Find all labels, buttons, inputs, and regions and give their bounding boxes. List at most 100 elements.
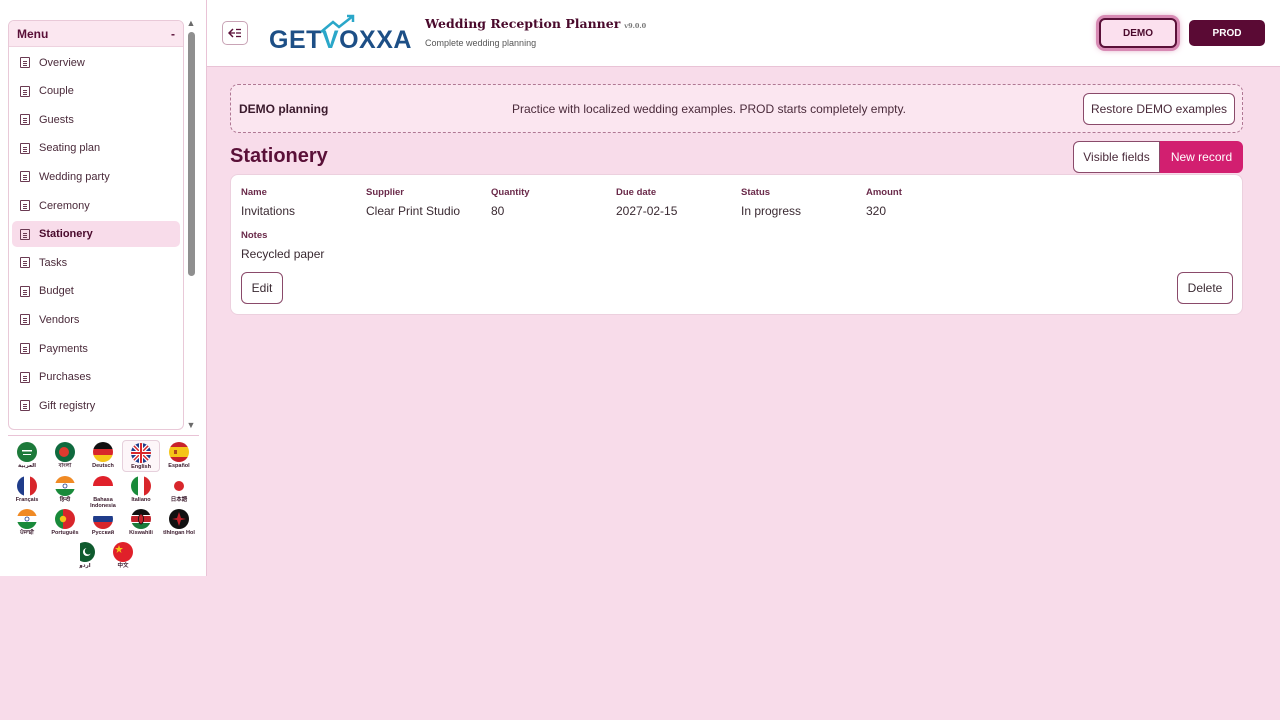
sidebar-item-purchases[interactable]: Purchases [12, 364, 180, 390]
language-german[interactable]: Deutsch [84, 440, 122, 472]
field-notes: Notes Recycled paper [241, 230, 324, 261]
field-label: Supplier [366, 187, 405, 198]
sidebar-item-ceremony[interactable]: Ceremony [12, 193, 180, 219]
banner-title: DEMO planning [239, 102, 329, 116]
language-urdu[interactable]: اردو [66, 540, 104, 572]
scroll-down-arrow-icon[interactable]: ▼ [186, 420, 196, 430]
document-icon [20, 200, 30, 212]
scroll-up-arrow-icon[interactable]: ▲ [186, 18, 196, 28]
field-label: Notes [241, 230, 268, 241]
kenya-flag-icon [131, 509, 151, 529]
sidebar-item-label: Budget [39, 285, 74, 298]
scroll-thumb[interactable] [188, 32, 195, 276]
sidebar-item-label: Wedding party [39, 170, 110, 183]
language-italian[interactable]: Italiano [122, 474, 160, 506]
sidebar-item-label: Vendors [39, 313, 80, 326]
sidebar-item-gift-registry[interactable]: Gift registry [12, 393, 180, 419]
field-name: Name Invitations [241, 187, 295, 218]
sidebar-item-vendors[interactable]: Vendors [12, 307, 180, 333]
language-hindi[interactable]: हिन्दी [46, 474, 84, 506]
menu-scrollbar[interactable]: ▲ ▼ [186, 18, 196, 430]
field-due-date: Due date 2027-02-15 [616, 187, 677, 218]
language-label: Português [51, 530, 79, 536]
sidebar-item-payments[interactable]: Payments [12, 336, 180, 362]
menu-header[interactable]: Menu - [9, 21, 183, 47]
sidebar-item-seating-plan[interactable]: Seating plan [12, 135, 180, 161]
top-header: GETVOXXA Wedding Reception Planner v9.0.0… [207, 0, 1280, 67]
language-arabic[interactable]: العربية [8, 440, 46, 472]
document-icon [20, 228, 30, 240]
language-label: Kiswahili [129, 530, 153, 536]
france-flag-icon [17, 476, 37, 496]
edit-button[interactable]: Edit [241, 272, 283, 304]
document-icon [20, 114, 30, 126]
sidebar: Menu - Overview Couple Guests Seating pl… [0, 0, 207, 576]
bangladesh-flag-icon [55, 442, 75, 462]
sidebar-item-guests[interactable]: Guests [12, 107, 180, 133]
russia-flag-icon [93, 509, 113, 529]
india-flag-icon [17, 509, 37, 529]
demo-banner: DEMO planning Practice with localized we… [230, 84, 1243, 133]
sidebar-item-tasks[interactable]: Tasks [12, 250, 180, 276]
language-japanese[interactable]: 日本語 [160, 474, 198, 506]
sidebar-item-label: Purchases [39, 371, 91, 384]
app-title: Wedding Reception Planner v9.0.0 [425, 16, 646, 31]
language-label: tlhIngan Hol [163, 530, 195, 536]
language-label: 中文 [117, 563, 129, 569]
language-swahili[interactable]: Kiswahili [122, 507, 160, 539]
spain-flag-icon [169, 442, 189, 462]
record-card: Name Invitations Supplier Clear Print St… [230, 174, 1243, 315]
app-version: v9.0.0 [624, 22, 647, 30]
banner-text: Practice with localized wedding examples… [512, 102, 906, 116]
delete-button[interactable]: Delete [1177, 272, 1233, 304]
language-portuguese[interactable]: Português [46, 507, 84, 539]
document-icon [20, 285, 30, 297]
language-russian[interactable]: Русский [84, 507, 122, 539]
language-chinese[interactable]: 中文 [104, 540, 142, 572]
language-label: ਪੰਜਾਬੀ [20, 530, 34, 536]
language-klingon[interactable]: tlhIngan Hol [160, 507, 198, 539]
india-flag-icon [55, 476, 75, 496]
language-label: العربية [17, 463, 37, 469]
language-punjabi[interactable]: ਪੰਜਾਬੀ [8, 507, 46, 539]
language-label: اردو [79, 563, 91, 569]
sidebar-item-couple[interactable]: Couple [12, 78, 180, 104]
language-label: বাংলা [58, 463, 72, 469]
language-label: Deutsch [92, 463, 114, 469]
new-record-button[interactable]: New record [1160, 141, 1243, 173]
language-french[interactable]: Français [8, 474, 46, 506]
language-bengali[interactable]: বাংলা [46, 440, 84, 472]
language-english[interactable]: English [122, 440, 160, 472]
sidebar-item-label: Gift registry [39, 399, 96, 412]
menu-panel: Menu - Overview Couple Guests Seating pl… [8, 20, 184, 430]
indonesia-flag-icon [93, 476, 113, 496]
menu-title: Menu [17, 26, 49, 41]
prod-mode-button[interactable]: PROD [1189, 20, 1265, 46]
language-indonesian[interactable]: Bahasa Indonesia [84, 474, 122, 509]
visible-fields-button[interactable]: Visible fields [1073, 141, 1160, 173]
sidebar-item-label: Couple [39, 85, 74, 98]
sidebar-item-overview[interactable]: Overview [12, 50, 180, 76]
restore-demo-button[interactable]: Restore DEMO examples [1083, 93, 1235, 125]
divider [8, 435, 199, 436]
language-label: Français [15, 497, 39, 503]
sidebar-item-stationery[interactable]: Stationery [12, 221, 180, 248]
field-supplier: Supplier Clear Print Studio [366, 187, 460, 218]
field-value: Invitations [241, 204, 296, 218]
document-icon [20, 171, 30, 183]
page-title: Stationery [230, 145, 328, 167]
menu-collapse-button[interactable]: - [171, 27, 175, 41]
demo-mode-button[interactable]: DEMO [1099, 18, 1177, 48]
uk-flag-icon [131, 443, 151, 463]
portugal-flag-icon [55, 509, 75, 529]
field-value: 2027-02-15 [616, 204, 678, 218]
sidebar-toggle-button[interactable] [222, 21, 248, 45]
sidebar-item-wedding-party[interactable]: Wedding party [12, 164, 180, 190]
logo-text: GET [269, 26, 322, 54]
logo-arrow-icon [320, 14, 355, 33]
language-spanish[interactable]: Español [160, 440, 198, 472]
field-value: Clear Print Studio [366, 204, 461, 218]
field-value: 320 [866, 204, 887, 218]
app-title-text: Wedding Reception Planner [425, 16, 621, 31]
sidebar-item-budget[interactable]: Budget [12, 278, 180, 304]
